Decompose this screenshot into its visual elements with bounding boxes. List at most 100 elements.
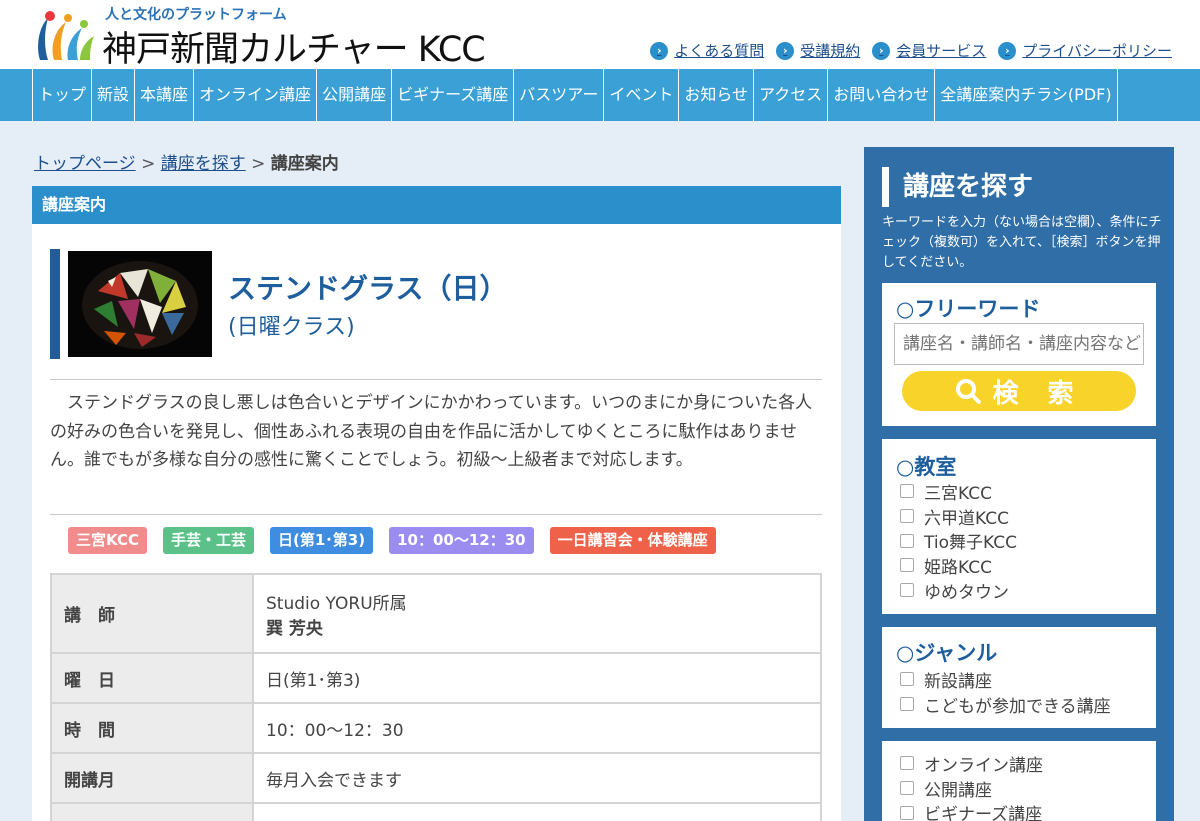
chevron-right-circle-icon: › (650, 41, 669, 60)
list-item[interactable]: 公開講座 (900, 776, 1043, 801)
tag-trial[interactable]: 一日講習会・体験講座 (549, 527, 716, 554)
type-checkbox[interactable] (900, 781, 914, 796)
nav-item-contact[interactable]: お問い合わせ (828, 69, 936, 121)
nav-item-top[interactable]: トップ (33, 69, 93, 121)
checkbox-label: 六甲道KCC (924, 508, 1009, 529)
list-item[interactable]: 新設講座 (900, 667, 1111, 692)
util-link-label: 受講規約 (800, 42, 861, 60)
util-link-label: プライバシーポリシー (1022, 42, 1172, 60)
classroom-list: 三宮KCC 六甲道KCC Tio舞子KCC 姫路KCC ゆめタウン (900, 479, 1017, 603)
logo-name: 神戸新聞カルチャー KCC (102, 30, 486, 70)
nav-item-event[interactable]: イベント (604, 69, 680, 121)
util-link-label: よくある質問 (674, 42, 765, 60)
list-item[interactable]: ビギナーズ講座 (900, 800, 1043, 821)
breadcrumb: トップページ > 講座を探す > 講座案内 (34, 149, 339, 174)
table-row: 開講月 毎月入会できます (50, 752, 822, 804)
list-item[interactable]: 六甲道KCC (900, 504, 1017, 529)
nav-item-pdf[interactable]: 全講座案内チラシ(PDF) (935, 69, 1118, 121)
type-checkbox[interactable] (900, 805, 914, 820)
instructor-label: 講 師 (50, 573, 254, 654)
list-item[interactable]: 三宮KCC (900, 479, 1017, 504)
tag-time[interactable]: 10：00〜12：30 (389, 527, 534, 554)
day-value: 日(第1･第3) (252, 652, 822, 704)
list-item[interactable]: オンライン講座 (900, 751, 1043, 776)
list-item[interactable]: ゆめタウン (900, 578, 1017, 603)
tag-genre[interactable]: 手芸・工芸 (162, 527, 254, 554)
list-item[interactable]: こどもが参加できる講座 (900, 692, 1111, 717)
section-title: 講座案内 (32, 186, 841, 224)
tag-day[interactable]: 日(第1･第3) (269, 527, 374, 554)
chevron-right-circle-icon: › (998, 41, 1017, 60)
nav-item-public[interactable]: 公開講座 (317, 69, 393, 121)
genre-list: 新設講座 こどもが参加できる講座 (900, 667, 1111, 717)
classroom-title: ○教室 (896, 455, 957, 479)
main-nav: トップ 新設 本講座 オンライン講座 公開講座 ビギナーズ講座 バスツアー イベ… (0, 69, 1200, 121)
fee-label (50, 802, 254, 821)
util-link-privacy[interactable]: › プライバシーポリシー (998, 40, 1172, 61)
classroom-checkbox[interactable] (900, 484, 914, 499)
classroom-checkbox[interactable] (900, 583, 914, 598)
divider (50, 514, 822, 515)
search-button-label: 検 索 (992, 378, 1084, 409)
time-value: 10：00〜12：30 (252, 702, 822, 754)
time-label: 時 間 (50, 702, 254, 754)
course-info-table: 講 師 Studio YORU所属 巽 芳央 曜 日 日(第1･第3) 時 間 … (50, 573, 822, 821)
nav-item-news[interactable]: お知らせ (679, 69, 755, 121)
genre-checkbox[interactable] (900, 672, 914, 687)
site-logo[interactable]: 人と文化のプラットフォーム 神戸新聞カルチャー KCC (30, 4, 486, 70)
nav-item-access[interactable]: アクセス (754, 69, 829, 121)
stained-glass-lamp-icon (68, 251, 212, 357)
tag-classroom[interactable]: 三宮KCC (68, 527, 147, 554)
classroom-checkbox[interactable] (900, 558, 914, 573)
sidebar-instructions: キーワードを入力（ない場合は空欄）、条件にチェック（複数可）を入れて、［検索］ボ… (882, 215, 1162, 270)
breadcrumb-separator: > (251, 154, 266, 174)
type-checkbox[interactable] (900, 756, 914, 771)
nav-item-beginners[interactable]: ビギナーズ講座 (392, 69, 515, 121)
checkbox-label: こどもが参加できる講座 (924, 696, 1111, 717)
sidebar-title: 講座を探す (882, 167, 1033, 207)
list-item[interactable]: 姫路KCC (900, 553, 1017, 578)
search-button[interactable]: 検 索 (902, 371, 1136, 411)
nav-item-bus-tour[interactable]: バスツアー (514, 69, 605, 121)
genre-checkbox[interactable] (900, 697, 914, 712)
breadcrumb-top-link[interactable]: トップページ (34, 154, 136, 174)
divider (50, 379, 822, 380)
checkbox-label: ビギナーズ講座 (924, 805, 1043, 821)
nav-item-main-courses[interactable]: 本講座 (135, 69, 195, 121)
course-accent-bar (50, 249, 60, 359)
course-subtitle: (日曜クラス) (228, 315, 355, 340)
util-link-member[interactable]: › 会員サービス (872, 40, 986, 61)
genre-box: ○ジャンル 新設講座 こどもが参加できる講座 (882, 627, 1156, 728)
classroom-checkbox[interactable] (900, 509, 914, 524)
util-link-faq[interactable]: › よくある質問 (650, 40, 764, 61)
instructor-affiliation: Studio YORU所属 (266, 593, 407, 614)
checkbox-label: オンライン講座 (924, 755, 1043, 776)
freeword-box: ○フリーワード 検 索 (882, 283, 1156, 426)
nav-item-online[interactable]: オンライン講座 (194, 69, 318, 121)
course-type-list: オンライン講座 公開講座 ビギナーズ講座 (900, 751, 1043, 821)
nav-item-new[interactable]: 新設 (92, 69, 136, 121)
breadcrumb-separator: > (141, 154, 156, 174)
breadcrumb-search-link[interactable]: 講座を探す (161, 154, 246, 174)
course-description: ステンドグラスの良し悪しは色合いとデザインにかかわっています。いつのまにか身につ… (50, 393, 813, 470)
freeword-title: ○フリーワード (896, 297, 1041, 321)
checkbox-label: ゆめタウン (924, 582, 1009, 603)
instructor-name: 巽 芳央 (266, 618, 323, 639)
classroom-checkbox[interactable] (900, 533, 914, 548)
fee-value: 月額7,150円 (252, 802, 822, 821)
course-header: ステンドグラス（日） (日曜クラス) (50, 249, 820, 359)
util-link-terms[interactable]: › 受講規約 (776, 40, 860, 61)
checkbox-label: 姫路KCC (924, 557, 992, 578)
month-label: 開講月 (50, 752, 254, 804)
site-header: 人と文化のプラットフォーム 神戸新聞カルチャー KCC › よくある質問 › 受… (0, 0, 1200, 70)
search-sidebar: 講座を探す キーワードを入力（ない場合は空欄）、条件にチェック（複数可）を入れて… (864, 147, 1174, 821)
checkbox-label: 公開講座 (924, 780, 992, 801)
search-input[interactable] (894, 323, 1144, 365)
table-row: 講 師 Studio YORU所属 巽 芳央 (50, 573, 822, 654)
day-label: 曜 日 (50, 652, 254, 704)
checkbox-label: 三宮KCC (924, 483, 992, 504)
checkbox-label: Tio舞子KCC (924, 533, 1017, 554)
classroom-box: ○教室 三宮KCC 六甲道KCC Tio舞子KCC 姫路KCC ゆめタウン (882, 439, 1156, 614)
list-item[interactable]: Tio舞子KCC (900, 528, 1017, 553)
course-tags: 三宮KCC 手芸・工芸 日(第1･第3) 10：00〜12：30 一日講習会・体… (68, 527, 716, 554)
